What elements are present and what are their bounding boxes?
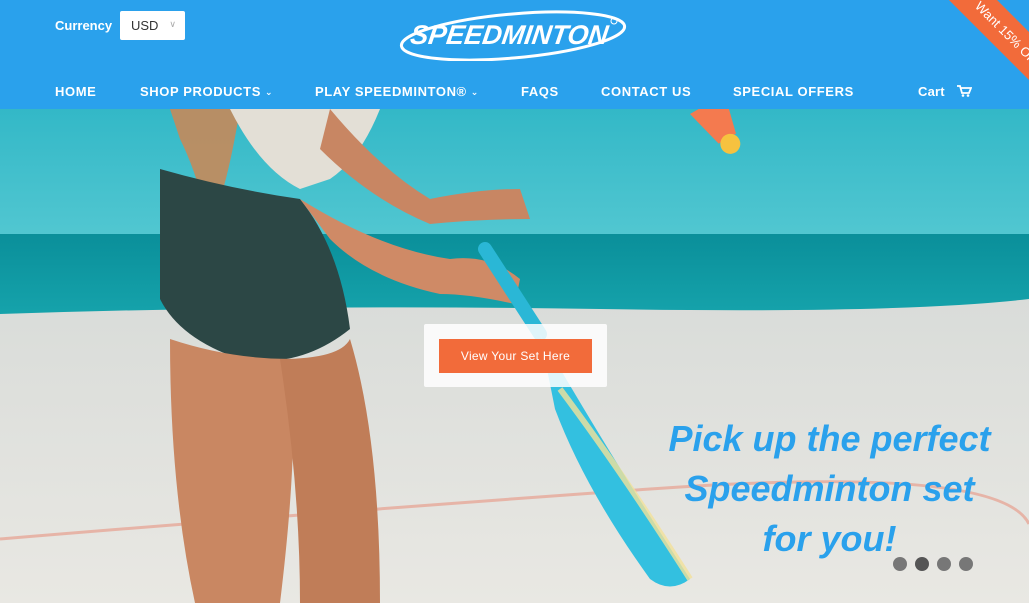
slider-dot[interactable]: [893, 557, 907, 571]
hero-headline: Pick up the perfect Speedminton set for …: [630, 414, 1029, 564]
main-nav: HOME SHOP PRODUCTS ⌄ PLAY SPEEDMINTON® ⌄ F…: [0, 84, 1029, 104]
view-your-set-button[interactable]: View Your Set Here: [439, 339, 592, 373]
speedminton-logo[interactable]: SPEEDMINTON: [398, 9, 633, 61]
nav-item-shop-products[interactable]: SHOP PRODUCTS ⌄: [140, 84, 273, 99]
chevron-down-icon: ⌄: [264, 87, 274, 97]
currency-label: Currency: [55, 18, 113, 33]
nav-item-play-speedminton[interactable]: PLAY SPEEDMINTON® ⌄: [315, 84, 479, 99]
logo-text: SPEEDMINTON: [409, 19, 612, 50]
headline-line: Pick up the perfect: [668, 418, 991, 459]
currency-select[interactable]: USD ∨: [120, 11, 185, 40]
nav-item-faqs[interactable]: FAQS: [521, 84, 559, 99]
site-header: Currency USD ∨ SPEEDMINTON HOME SHOP PRO…: [0, 0, 1029, 109]
headline-line: for you!: [762, 518, 897, 559]
slider-dot[interactable]: [937, 557, 951, 571]
chevron-down-icon: ⌄: [470, 87, 479, 97]
nav-item-label: CONTACT US: [601, 84, 692, 99]
nav-item-label: SPECIAL OFFERS: [733, 84, 854, 99]
cta-box: View Your Set Here: [424, 324, 607, 387]
nav-item-label: PLAY SPEEDMINTON®: [315, 84, 467, 99]
nav-item-label: HOME: [55, 84, 97, 99]
nav-item-label: SHOP PRODUCTS: [140, 84, 261, 99]
hero-slider: View Your Set Here Pick up the perfect S…: [0, 109, 1029, 603]
headline-line: Speedminton set: [684, 468, 975, 509]
nav-item-contact-us[interactable]: CONTACT US: [601, 84, 691, 99]
slider-dot[interactable]: [915, 557, 929, 571]
nav-item-home[interactable]: HOME: [55, 84, 96, 99]
promo-ribbon-text: Want 15% Off?: [935, 0, 1029, 108]
slider-dot[interactable]: [959, 557, 973, 571]
promo-ribbon[interactable]: Want 15% Off?: [919, 0, 1029, 110]
chevron-down-icon: ∨: [169, 19, 176, 29]
nav-item-label: FAQS: [521, 84, 559, 99]
nav-item-special-offers[interactable]: SPECIAL OFFERS: [733, 84, 854, 99]
currency-value: USD: [131, 18, 159, 33]
